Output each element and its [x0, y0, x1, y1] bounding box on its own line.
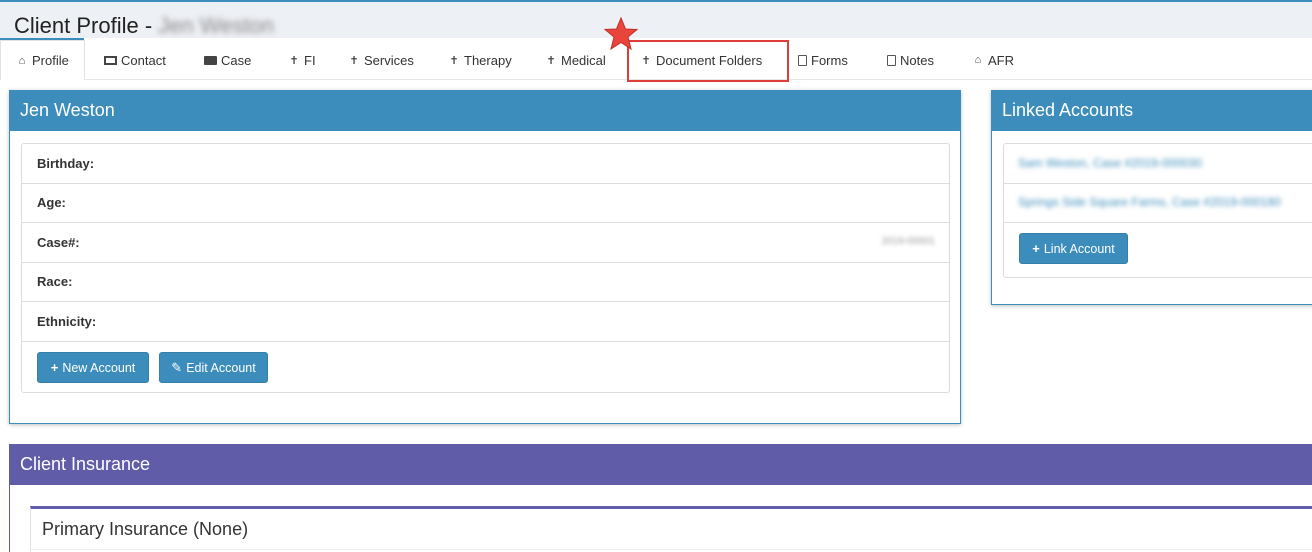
field-age-label: Age: — [37, 195, 66, 210]
client-insurance-panel: Client Insurance Primary Insurance (None… — [9, 444, 1312, 552]
edit-account-label: Edit Account — [186, 360, 256, 375]
page-title: Client Profile - Jen Weston — [14, 13, 274, 39]
page-title-client-name: Jen Weston — [158, 13, 274, 38]
star-icon — [603, 16, 639, 51]
tab-therapy-label: Therapy — [464, 52, 512, 68]
field-ethnicity: Ethnicity: — [22, 302, 949, 342]
profile-panel-title: Jen Weston — [10, 91, 960, 131]
highlight-box — [627, 40, 789, 82]
tab-contact-label: Contact — [121, 52, 166, 68]
tab-profile[interactable]: ⌂ Profile — [0, 40, 85, 80]
edit-account-button[interactable]: ✎ Edit Account — [159, 352, 268, 383]
primary-insurance-title: Primary Insurance (None) — [42, 519, 249, 539]
field-case-value: 2019-00001 — [881, 236, 935, 247]
field-birthday-label: Birthday: — [37, 156, 95, 171]
tab-case[interactable]: Case — [204, 40, 251, 80]
person-icon: ✝ — [449, 54, 459, 67]
tab-contact[interactable]: Contact — [104, 40, 166, 80]
primary-insurance-box: Primary Insurance (None) — [30, 506, 1312, 552]
field-race-label: Race: — [37, 274, 73, 289]
profile-details: Birthday: Age: Case#: 2019-00001 Race: E… — [21, 143, 950, 393]
person-icon: ✝ — [289, 54, 299, 67]
field-ethnicity-label: Ethnicity: — [37, 314, 97, 329]
linked-account-text: Springs Side Square Farms, Case #2019-00… — [1018, 195, 1281, 209]
page-header: Client Profile - Jen Weston — [0, 2, 1312, 40]
field-race: Race: — [22, 262, 949, 302]
page-title-text: Client Profile - — [14, 13, 153, 38]
tab-fi[interactable]: ✝ FI — [288, 40, 316, 80]
tab-fi-label: FI — [304, 52, 316, 68]
tab-case-label: Case — [221, 52, 252, 68]
tab-forms-label: Forms — [811, 52, 848, 68]
plus-icon: + — [1032, 241, 1040, 256]
tab-medical[interactable]: ✝ Medical — [545, 40, 606, 80]
linked-accounts-list: Sam Weston, Case #2019-000030 Springs Si… — [1003, 143, 1312, 278]
tab-notes-label: Notes — [900, 52, 934, 68]
tab-afr[interactable]: ⌂ AFR — [972, 40, 1014, 80]
tab-profile-label: Profile — [32, 53, 69, 68]
linked-account-link[interactable]: Sam Weston, Case #2019-000030 — [1004, 144, 1312, 184]
profile-panel: Jen Weston Birthday: Age: Case#: 2019-00… — [9, 90, 961, 424]
tab-forms[interactable]: Forms — [798, 40, 848, 80]
tab-services-label: Services — [364, 52, 414, 68]
briefcase-icon — [204, 55, 217, 65]
client-insurance-title: Client Insurance — [10, 445, 1312, 485]
tab-notes[interactable]: Notes — [887, 40, 934, 80]
new-account-label: New Account — [62, 360, 136, 375]
link-account-button[interactable]: + Link Account — [1019, 233, 1128, 264]
plus-icon: + — [50, 360, 59, 375]
field-birthday: Birthday: — [22, 144, 949, 184]
home-icon: ⌂ — [18, 54, 26, 67]
linked-accounts-title: Linked Accounts — [992, 91, 1312, 131]
link-account-label: Link Account — [1043, 241, 1115, 256]
person-icon: ✝ — [349, 54, 359, 67]
file-icon — [798, 54, 807, 66]
tab-medical-label: Medical — [561, 52, 606, 68]
home-icon: ⌂ — [974, 54, 982, 66]
linked-account-link[interactable]: Springs Side Square Farms, Case #2019-00… — [1004, 183, 1312, 223]
linked-account-text: Sam Weston, Case #2019-000030 — [1018, 156, 1202, 170]
id-card-icon — [104, 55, 117, 65]
new-account-button[interactable]: + New Account — [37, 352, 149, 383]
file-icon — [887, 54, 896, 66]
field-case-label: Case#: — [37, 235, 80, 250]
tab-therapy[interactable]: ✝ Therapy — [448, 40, 512, 80]
divider — [31, 549, 1312, 550]
field-case-number: Case#: 2019-00001 — [22, 223, 949, 263]
linked-accounts-panel: Linked Accounts Sam Weston, Case #2019-0… — [991, 90, 1312, 305]
field-age: Age: — [22, 183, 949, 223]
tab-afr-label: AFR — [988, 52, 1014, 68]
pencil-icon: ✎ — [171, 359, 183, 375]
person-icon: ✝ — [546, 54, 556, 67]
tab-services[interactable]: ✝ Services — [348, 40, 414, 80]
